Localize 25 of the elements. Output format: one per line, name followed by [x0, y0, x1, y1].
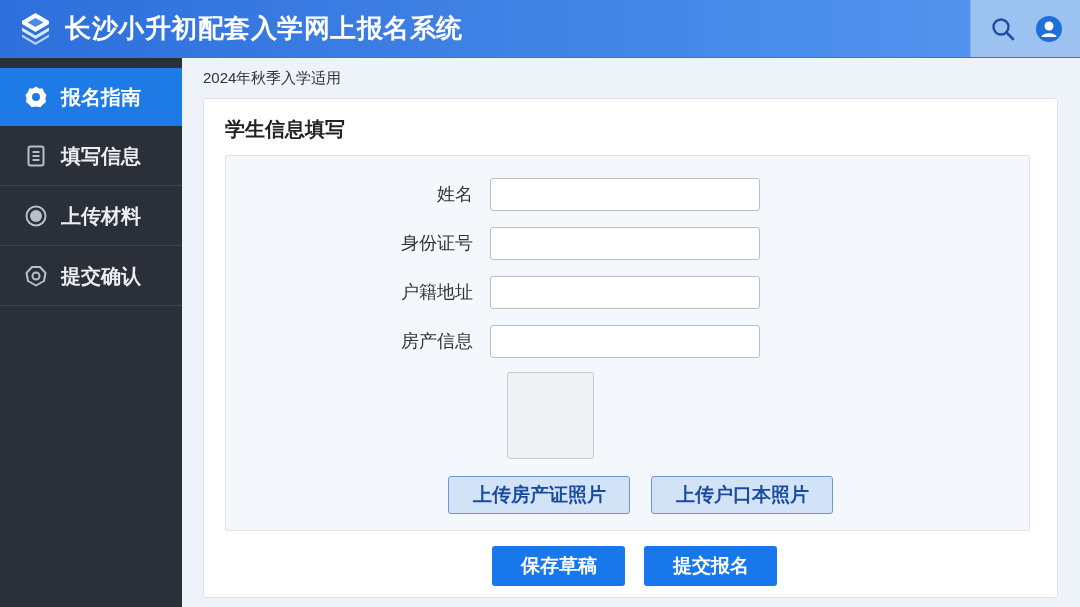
input-field[interactable] [490, 325, 760, 358]
search-button[interactable] [989, 15, 1016, 42]
sidebar-item[interactable]: 报名指南 [0, 68, 182, 126]
user-button[interactable] [1035, 15, 1062, 42]
document-icon [27, 144, 45, 167]
action-button[interactable]: 提交报名 [644, 546, 777, 586]
layers-logo-icon [20, 11, 51, 46]
upload-button[interactable]: 上传户口本照片 [651, 476, 833, 514]
hexagon-icon [25, 264, 47, 287]
field-label: 姓名 [437, 183, 473, 206]
search-icon [990, 16, 1015, 41]
field-label: 房产信息 [401, 330, 473, 353]
user-avatar-icon [1035, 15, 1062, 42]
subtitle: 2024年秋季入学适用 [203, 68, 343, 88]
input-field[interactable] [490, 178, 760, 211]
action-button[interactable]: 保存草稿 [492, 546, 625, 586]
field-label: 身份证号 [401, 232, 473, 255]
field-label: 户籍地址 [401, 281, 473, 304]
upload-button[interactable]: 上传房产证照片 [448, 476, 630, 514]
gear-icon [25, 85, 47, 108]
circle-dot-icon [25, 204, 47, 227]
input-field[interactable] [490, 227, 760, 260]
app-title: 长沙小升初配套入学网上报名系统 [65, 12, 463, 45]
input-field[interactable] [490, 276, 760, 309]
card-title: 学生信息填写 [225, 117, 345, 142]
